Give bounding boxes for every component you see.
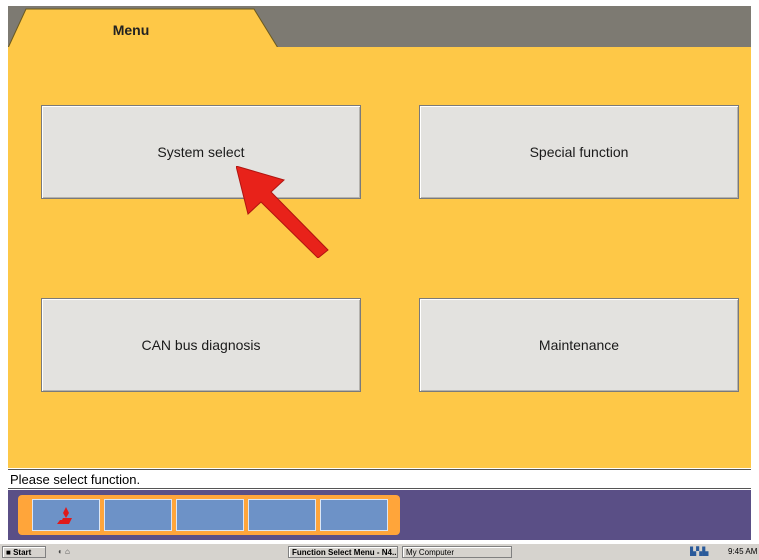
start-label: Start — [13, 548, 32, 557]
windows-logo-icon: ■ — [6, 548, 11, 557]
special-function-button[interactable]: Special function — [419, 105, 739, 199]
function-key-4[interactable] — [248, 499, 316, 531]
os-taskbar: ■ Start ◐ ⌂ Function Select Menu - N4...… — [0, 543, 759, 560]
maintenance-button[interactable]: Maintenance — [419, 298, 739, 392]
can-bus-diagnosis-button[interactable]: CAN bus diagnosis — [41, 298, 361, 392]
function-key-1[interactable] — [32, 499, 100, 531]
taskbar-clock: 9:45 AM — [728, 547, 758, 556]
system-tray-icons[interactable]: ▙▚▙ — [690, 546, 722, 558]
status-bar: Please select function. — [8, 469, 751, 489]
function-key-bar — [8, 490, 751, 540]
quick-launch-icons[interactable]: ◐ ⌂ — [58, 546, 98, 558]
function-key-2[interactable] — [104, 499, 172, 531]
status-message: Please select function. — [10, 472, 141, 487]
app-window: Menu System select Special function CAN … — [0, 0, 759, 560]
taskbar-window-function-select[interactable]: Function Select Menu - N4... — [288, 546, 398, 558]
taskbar-window-my-computer[interactable]: My Computer — [402, 546, 512, 558]
tab-menu[interactable]: Menu — [8, 8, 280, 48]
pointer-arrow-icon — [236, 166, 329, 258]
start-button[interactable]: ■ Start — [2, 546, 46, 558]
menu-panel: System select Special function CAN bus d… — [8, 47, 751, 468]
function-key-3[interactable] — [176, 499, 244, 531]
function-key-group — [18, 495, 400, 535]
function-key-5[interactable] — [320, 499, 388, 531]
mitsubishi-logo-icon — [57, 507, 72, 524]
tab-title: Menu — [112, 22, 150, 38]
